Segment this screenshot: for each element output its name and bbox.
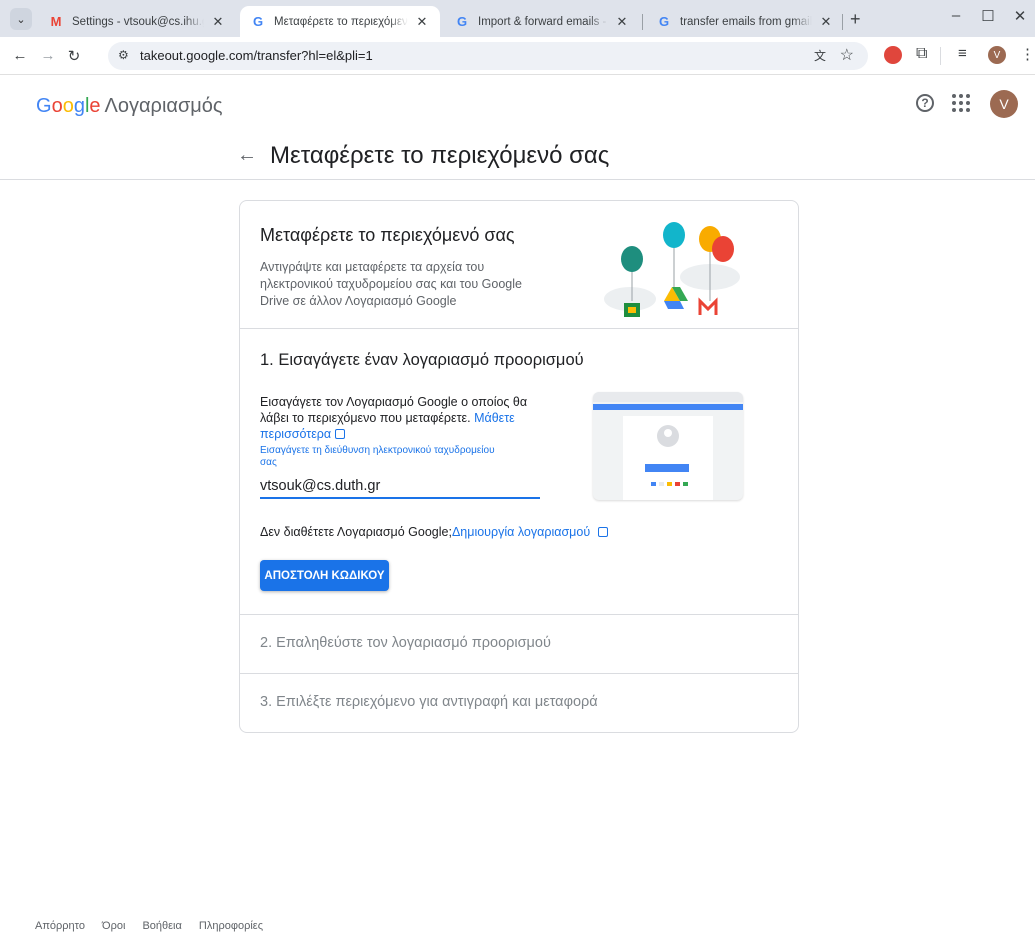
google-icon: G (658, 14, 670, 29)
back-icon[interactable]: ← (10, 47, 30, 64)
logo-letter: o (62, 95, 74, 117)
browser-tab-strip: ⌄ M Settings - vtsouk@cs.ihu.gr - D ✕ G … (0, 0, 1035, 37)
tab-title: Settings - vtsouk@cs.ihu.gr - D (72, 15, 204, 28)
page-title: Μεταφέρετε το περιεχόμενό σας (270, 142, 610, 169)
new-tab-icon[interactable]: + (850, 9, 861, 30)
site-settings-icon[interactable]: ⚙ (118, 48, 129, 62)
tab-transfer[interactable]: G Μεταφέρετε το περιεχόμενό σα ✕ (240, 6, 440, 37)
logo-letter: g (73, 95, 85, 117)
close-icon[interactable]: ✕ (210, 14, 226, 30)
close-icon[interactable]: ✕ (818, 14, 834, 30)
bookmark-star-icon[interactable]: ☆ (840, 45, 854, 65)
help-icon[interactable]: ? (916, 94, 934, 112)
intro-description: Αντιγράψτε και μεταφέρετε τα αρχεία του … (260, 260, 522, 308)
browser-toolbar: ← → ↻ ⚙ takeout.google.com/transfer?hl=e… (0, 37, 1035, 75)
no-account-row: Δεν διαθέτετε Λογαριασμό Google;Δημιουργ… (260, 525, 609, 539)
tab-separator (642, 14, 643, 30)
url-text: takeout.google.com/transfer?hl=el&pli=1 (140, 48, 373, 63)
extensions-puzzle-icon[interactable]: ⧉ (916, 45, 927, 63)
close-icon[interactable]: ✕ (614, 14, 630, 30)
footer-link-terms[interactable]: Όροι (102, 920, 125, 932)
window-close-icon[interactable]: ✕ (1010, 7, 1030, 25)
email-field-label: Εισαγάγετε τη διεύθυνση ηλεκτρονικού ταχ… (260, 445, 495, 468)
external-link-icon (335, 429, 346, 439)
gmail-icon: M (50, 14, 62, 29)
toolbar-separator (940, 47, 941, 65)
forward-icon[interactable]: → (38, 47, 58, 64)
external-link-icon (598, 527, 609, 537)
page-title-bar: ← Μεταφέρετε το περιεχόμενό σας (0, 134, 1035, 180)
tab-title: Μεταφέρετε το περιεχόμενό σα (274, 15, 408, 28)
balloons-illustration (604, 222, 740, 317)
footer-link-privacy[interactable]: Απόρρητο (35, 920, 85, 932)
step3-title: 3. Επιλέξτε περιεχόμενο για αντιγραφή κα… (260, 694, 598, 710)
tab-title: transfer emails from gmail to a (680, 15, 812, 28)
destination-email-input[interactable] (260, 475, 540, 499)
tab-transfer-search[interactable]: G transfer emails from gmail to a ✕ (646, 6, 844, 37)
tab-title: Import & forward emails - Gma (478, 15, 608, 28)
footer-link-help[interactable]: Βοήθεια (142, 920, 181, 932)
extension-icon[interactable] (884, 46, 902, 64)
intro-title: Μεταφέρετε το περιεχόμενό σας (260, 225, 515, 245)
reload-icon[interactable]: ↻ (64, 47, 84, 65)
step1-description: Εισαγάγετε τον Λογαριασμό Google ο οποίο… (260, 394, 550, 442)
footer-link-about[interactable]: Πληροφορίες (199, 920, 263, 932)
translate-icon[interactable]: 文 (814, 47, 826, 64)
logo-letter: e (89, 95, 101, 117)
account-mock-illustration (593, 392, 743, 500)
step2-section[interactable]: 2. Επαληθεύστε τον λογαριασμό προορισμού (240, 615, 798, 674)
step1-title: 1. Εισαγάγετε έναν λογαριασμό προορισμού (260, 351, 584, 369)
google-icon: G (252, 14, 264, 29)
step1-section: 1. Εισαγάγετε έναν λογαριασμό προορισμού… (240, 329, 798, 615)
step2-title: 2. Επαληθεύστε τον λογαριασμό προορισμού (260, 635, 551, 651)
browser-menu-icon[interactable]: ⋮ (1020, 45, 1035, 63)
logo-letter: G (36, 95, 52, 117)
footer-links: Απόρρητο Όροι Βοήθεια Πληροφορίες (35, 920, 277, 932)
profile-avatar[interactable]: V (988, 46, 1006, 64)
address-bar[interactable]: ⚙ takeout.google.com/transfer?hl=el&pli=… (108, 42, 868, 70)
back-arrow-icon[interactable]: ← (237, 144, 257, 167)
tab-separator (842, 14, 843, 30)
step3-section[interactable]: 3. Επιλέξτε περιεχόμενο για αντιγραφή κα… (240, 674, 798, 733)
account-avatar[interactable]: V (990, 90, 1018, 118)
intro-section: Μεταφέρετε το περιεχόμενό σας Αντιγράψτε… (240, 201, 798, 329)
no-account-text: Δεν διαθέτετε Λογαριασμό Google; (260, 525, 452, 539)
minimize-icon[interactable]: – (946, 7, 966, 24)
tab-gmail-settings[interactable]: M Settings - vtsouk@cs.ihu.gr - D ✕ (38, 6, 236, 37)
close-icon[interactable]: ✕ (414, 14, 430, 30)
create-account-link[interactable]: Δημιουργία λογαριασμού (452, 525, 590, 539)
account-header: Google Λογαριασμός (0, 76, 1035, 134)
transfer-card: Μεταφέρετε το περιεχόμενό σας Αντιγράψτε… (239, 200, 799, 733)
google-account-logo[interactable]: Google Λογαριασμός (36, 95, 223, 118)
apps-grid-icon[interactable] (952, 94, 970, 112)
maximize-icon[interactable]: ☐ (978, 7, 998, 25)
tab-import-forward[interactable]: G Import & forward emails - Gma ✕ (444, 6, 640, 37)
logo-letter: o (51, 95, 63, 117)
google-icon: G (456, 14, 468, 29)
media-controls-icon[interactable]: ≡ (958, 45, 967, 62)
send-code-button[interactable]: ΑΠΟΣΤΟΛΗ ΚΩΔΙΚΟΥ (260, 560, 389, 591)
product-name: Λογαριασμός (104, 95, 223, 117)
tab-search-icon[interactable]: ⌄ (10, 8, 32, 30)
